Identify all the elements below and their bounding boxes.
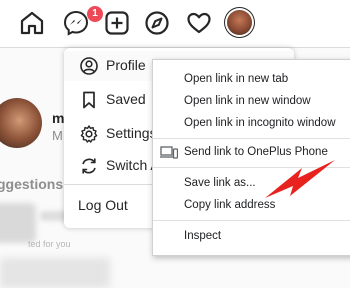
- menu-item-label: Saved: [106, 91, 146, 107]
- ctx-inspect[interactable]: Inspect: [184, 230, 221, 242]
- ctx-divider: [153, 220, 350, 221]
- menu-item-label: Profile: [106, 57, 146, 73]
- suggestion-caption: ted for you: [28, 239, 71, 249]
- logout-label: Log Out: [78, 197, 128, 213]
- home-icon[interactable]: [18, 9, 46, 37]
- menu-item-label: Settings: [106, 125, 157, 141]
- ctx-save-link-as[interactable]: Save link as...: [184, 177, 256, 189]
- user-subtitle: M: [52, 128, 63, 143]
- new-post-icon[interactable]: [103, 9, 131, 37]
- ctx-open-new-window[interactable]: Open link in new window: [184, 95, 311, 107]
- profile-avatar[interactable]: [227, 10, 252, 35]
- messenger-icon[interactable]: [62, 9, 90, 37]
- switch-account-icon: [82, 158, 96, 174]
- browser-context-menu: Open link in new tab Open link in new wi…: [152, 59, 350, 256]
- ctx-open-new-tab[interactable]: Open link in new tab: [184, 73, 288, 85]
- suggestion-thumbnail: [0, 203, 36, 243]
- settings-gear-icon: [80, 125, 98, 143]
- activity-heart-icon[interactable]: [185, 9, 213, 37]
- suggestion-row: [0, 258, 110, 288]
- notification-badge: 1: [87, 6, 103, 22]
- user-avatar[interactable]: [0, 98, 42, 148]
- ctx-copy-link-address[interactable]: Copy link address: [184, 199, 275, 211]
- ctx-open-incognito[interactable]: Open link in incognito window: [184, 117, 336, 129]
- ctx-send-to-device[interactable]: Send link to OnePlus Phone: [184, 146, 328, 158]
- user-circle-icon: [80, 57, 98, 75]
- send-to-device-icon: [160, 146, 178, 159]
- ctx-divider: [153, 167, 350, 168]
- top-nav-bar: 1: [0, 0, 350, 48]
- bookmark-icon: [83, 91, 95, 109]
- ctx-divider: [153, 138, 350, 139]
- explore-icon[interactable]: [143, 9, 171, 37]
